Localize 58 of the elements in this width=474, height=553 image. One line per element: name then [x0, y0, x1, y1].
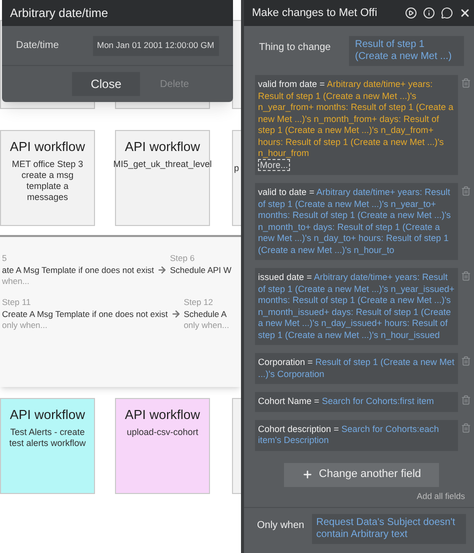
change-expression[interactable]: Corporation = Result of step 1 (Create a new Met ...)'s Corporation [255, 353, 458, 384]
field-label: Thing to change [259, 41, 332, 55]
change-text: Cohort description = Search for Cohorts:each item's Description [258, 424, 439, 445]
step-condition: only when... [2, 320, 48, 331]
trash-icon[interactable] [461, 271, 471, 281]
card-title: API workflow [10, 407, 86, 423]
field-label: Only when [257, 519, 304, 534]
step-condition: when... [2, 276, 30, 287]
arrow-icon [157, 265, 167, 275]
panel-title: Make changes to Met Offi [252, 6, 378, 21]
workflow-card[interactable]: API workflow Test Alerts - create test alerts workflow [0, 398, 95, 494]
popup-title: Arbitrary date/time [2, 0, 233, 26]
trash-icon[interactable] [461, 356, 471, 366]
step-number: Step 12 [184, 297, 214, 308]
trash-icon[interactable] [461, 395, 471, 405]
change-text: valid from date = Arbitrary date/time+ years: Result of step 1 (Create a new Met ...)'s n_year_from+ months: Result of step 1 (Create a new Met ...)'s n_month_from+ days: Result of step 1 (Create a new Met ...)'s n_day_from+ hours: Result of step 1 (Create a new Met ...)'s n_hour_from [258, 79, 454, 158]
card-title: API workflow [124, 139, 200, 155]
change-text: Cohort Name = Search for Cohorts:first item [258, 396, 434, 406]
card-description: MI5_get_uk_threat_level [113, 159, 212, 170]
change-expression[interactable]: Cohort Name = Search for Cohorts:first item [255, 392, 458, 412]
change-text: issued date = Arbitrary date/time+ years: Result of step 1 (Create a new Met ...)'s n_year_issued+ months: Result of step 1 (Create a new Met ...)'s n_month_issued+ days: Result of step 1 (Create a new Met ...)'s n_day_issued+ hours: Result of step 1 (Create a new Met ...)'s n_hour_issued [258, 272, 455, 340]
comment-icon[interactable] [441, 7, 453, 19]
arrow-icon [170, 309, 181, 319]
play-icon[interactable] [405, 7, 417, 19]
step-name[interactable]: Schedule A [184, 308, 230, 320]
plus-icon [302, 469, 313, 480]
trash-icon[interactable] [461, 78, 471, 88]
card-description: MET office Step 3 create a msg template a messages [10, 159, 84, 203]
trash-icon[interactable] [461, 422, 471, 432]
change-expression[interactable] [255, 75, 458, 175]
field-label: Date/time [16, 39, 59, 53]
step-name[interactable]: Create A Msg Template if one does not exist [2, 308, 168, 320]
change-expression[interactable]: Cohort description = Search for Cohorts:each item's Description [255, 420, 458, 450]
card-title: API workflow [124, 407, 200, 423]
step-name[interactable]: ate A Msg Template if one does not exist [2, 264, 154, 276]
info-icon[interactable] [423, 7, 435, 19]
close-icon[interactable] [459, 7, 471, 19]
card-title: API workflow [10, 139, 86, 155]
change-another-field-button[interactable]: Change another field [284, 462, 439, 486]
workflow-card[interactable]: API workflow MET office Step 3 create a msg template a messages [0, 130, 95, 226]
step-name[interactable]: Schedule API W [170, 264, 232, 276]
workflow-card[interactable]: p [232, 130, 241, 226]
dialog-button[interactable]: Close [72, 72, 140, 96]
step-number: Step 6 [170, 253, 196, 264]
change-text: Corporation = Result of step 1 (Create a new Met ...)'s Corporation [258, 357, 454, 378]
card-description: p [234, 163, 240, 174]
date-time-field[interactable]: Mon Jan 01 2001 12:00:00 GM [93, 36, 219, 56]
step-number: 5 [2, 253, 8, 264]
trash-icon[interactable] [461, 186, 471, 196]
workflow-card[interactable]: API workflow upload-csv-cohort [115, 398, 210, 494]
step-condition: only when... [184, 320, 230, 331]
change-text: valid to date = Arbitrary date/time+ years: Result of step 1 (Create a new Met ...)'s n_year_to+ months: Result of step 1 (Create a new Met ...)'s n_month_to+ days: Result of step 1 (Create a new Met ...)'s n_day_to+ hours: Result of step 1 (Create a new Met ...)'s n_hour_to [258, 187, 451, 254]
workflow-card[interactable]: API workflow MI5_get_uk_threat_level [115, 130, 210, 226]
add-all-fields-link[interactable]: Add all fields [416, 490, 465, 502]
more-link[interactable]: More... [258, 158, 290, 170]
card-description: Test Alerts - create test alerts workflow [8, 427, 87, 449]
step-number: Step 11 [2, 297, 32, 308]
card-description: upload-csv-cohort [126, 427, 198, 438]
